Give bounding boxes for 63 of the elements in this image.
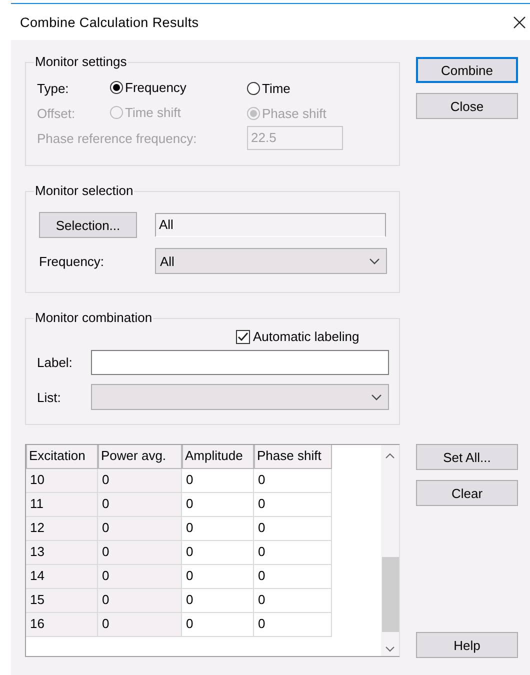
window-title: Combine Calculation Results	[20, 14, 199, 30]
field-label: Offset:	[36, 106, 76, 121]
table-cell: 0	[182, 517, 254, 541]
table-cell: 14	[26, 565, 98, 589]
table-cell: 15	[26, 589, 98, 613]
table-cell: 13	[26, 541, 98, 565]
close-button[interactable]: Close	[416, 93, 518, 119]
caret-icon	[371, 394, 382, 400]
field-label: Label:	[37, 355, 74, 370]
table-cell: 11	[26, 493, 98, 517]
table-cell: 0	[182, 541, 254, 565]
table-cell: 0	[254, 493, 332, 517]
table-cell: 0	[254, 469, 332, 493]
field-label: Type:	[36, 81, 70, 96]
table-cell: 0	[98, 541, 182, 565]
table-cell: 0	[182, 469, 254, 493]
column-header[interactable]: Amplitude	[182, 445, 254, 469]
caret-icon	[369, 258, 380, 264]
group-title: Monitor settings	[34, 54, 128, 70]
field-label: List:	[37, 390, 62, 404]
field-label: Frequency:	[39, 254, 106, 268]
scroll-down-icon[interactable]	[385, 646, 395, 652]
selection-button[interactable]: Selection...	[39, 212, 137, 238]
table-cell: 0	[254, 565, 332, 589]
table-cell: 0	[98, 589, 182, 613]
radio-label: Time	[262, 81, 290, 96]
table-cell: 0	[98, 613, 182, 637]
checkbox[interactable]	[236, 330, 250, 344]
table-cell: 0	[254, 541, 332, 565]
radio-label: Time shift	[125, 105, 181, 120]
close-icon[interactable]	[513, 16, 526, 28]
table-cell: 0	[254, 517, 332, 541]
table-cell: 0	[182, 493, 254, 517]
column-header[interactable]: Phase shift	[254, 445, 332, 469]
table-cell: 0	[98, 565, 182, 589]
checkbox-label: Automatic labeling	[253, 329, 360, 344]
scroll-up-icon[interactable]	[385, 453, 395, 459]
table-cell: 0	[182, 589, 254, 613]
table-cell: 0	[254, 589, 332, 613]
table-cell: 16	[26, 613, 98, 637]
column-header[interactable]: Power avg.	[98, 445, 182, 469]
table-cell: 0	[182, 565, 254, 589]
table-cell: 0	[254, 613, 332, 637]
help-button[interactable]: Help	[416, 632, 518, 658]
scrollbar[interactable]	[381, 445, 399, 656]
table-cell: 0	[98, 469, 182, 493]
field-label: Phase reference frequency:	[36, 130, 198, 146]
radio-label: Phase shift	[262, 106, 326, 121]
combine-button[interactable]: Combine	[416, 57, 518, 83]
table-cell: 0	[98, 517, 182, 541]
clear-button[interactable]: Clear	[416, 480, 518, 506]
column-header[interactable]: Excitation	[26, 445, 98, 469]
radio-button[interactable]	[247, 82, 260, 95]
radio-button[interactable]	[110, 81, 123, 94]
table-cell: 0	[182, 613, 254, 637]
table-cell: 12	[26, 517, 98, 541]
frequency-dropdown[interactable]: All	[155, 248, 387, 274]
selection-field[interactable]: All	[155, 213, 386, 237]
set-all-button[interactable]: Set All...	[416, 444, 518, 470]
label-field[interactable]	[91, 350, 389, 375]
table-cell: 10	[26, 469, 98, 493]
radio-label: Frequency	[125, 80, 186, 95]
table-cell: 0	[98, 493, 182, 517]
